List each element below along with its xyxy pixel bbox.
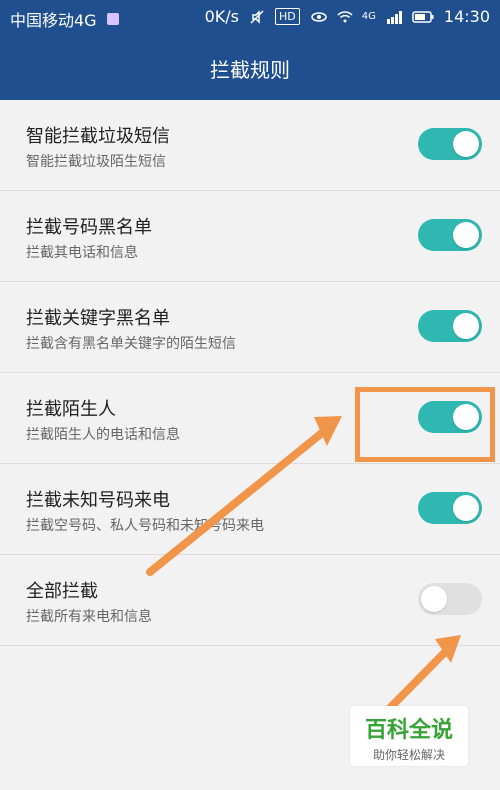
signal-icon [386,9,402,25]
toggle-knob [453,222,479,248]
carrier-label: 中国移动4G [10,11,97,30]
toggle-knob [453,313,479,339]
setting-title: 拦截陌生人 [26,399,116,420]
status-left: 中国移动4G [10,7,121,31]
sim-card-icon [105,11,121,27]
settings-list: 智能拦截垃圾短信 智能拦截垃圾陌生短信 拦截号码黑名单 拦截其电话和信息 拦截关… [0,100,500,646]
setting-row-keyword-blacklist[interactable]: 拦截关键字黑名单 拦截含有黑名单关键字的陌生短信 [0,282,500,373]
toggle-knob [453,131,479,157]
hd-badge: HD [275,8,300,25]
eye-icon [310,9,327,25]
network-badge: 4G [361,11,376,22]
setting-subtitle: 拦截空号码、私人号码和未知号码来电 [26,518,264,534]
toggle-knob [453,495,479,521]
setting-subtitle: 拦截陌生人的电话和信息 [26,427,180,443]
toggle-block-all[interactable] [418,583,482,615]
setting-title: 智能拦截垃圾短信 [26,126,170,147]
mute-icon [249,9,265,25]
page-title: 拦截规则 [210,57,290,82]
setting-title: 拦截关键字黑名单 [26,308,170,329]
wifi-icon [336,9,353,25]
setting-title: 拦截号码黑名单 [26,217,152,238]
toggle-smart-spam[interactable] [418,128,482,160]
toggle-unknown-calls[interactable] [418,492,482,524]
setting-subtitle: 智能拦截垃圾陌生短信 [26,154,166,170]
network-speed: 0K/s [204,7,240,26]
setting-subtitle: 拦截含有黑名单关键字的陌生短信 [26,336,236,352]
clock: 14:30 [443,7,490,26]
setting-title: 全部拦截 [26,581,98,602]
watermark-logo: 百科全说 助你轻松解决 [350,706,468,766]
status-bar: 中国移动4G 0K/s HD 4G 14:30 [0,0,500,36]
toggle-knob [421,586,447,612]
setting-subtitle: 拦截所有来电和信息 [26,609,152,625]
watermark-subtitle: 助你轻松解决 [372,748,445,762]
battery-icon [412,9,434,25]
setting-row-smart-spam[interactable]: 智能拦截垃圾短信 智能拦截垃圾陌生短信 [0,100,500,191]
setting-row-number-blacklist[interactable]: 拦截号码黑名单 拦截其电话和信息 [0,191,500,282]
app-bar: 拦截规则 [0,36,500,100]
watermark-title: 百科全说 [364,718,453,743]
toggle-number-blacklist[interactable] [418,219,482,251]
annotation-highlight-box [355,387,495,462]
setting-row-unknown-calls[interactable]: 拦截未知号码来电 拦截空号码、私人号码和未知号码来电 [0,464,500,555]
setting-title: 拦截未知号码来电 [26,490,170,511]
annotation-arrow-2 [381,635,461,717]
setting-subtitle: 拦截其电话和信息 [26,245,138,261]
toggle-keyword-blacklist[interactable] [418,310,482,342]
setting-row-block-all[interactable]: 全部拦截 拦截所有来电和信息 [0,555,500,646]
status-right: 0K/s HD 4G 14:30 [205,7,490,26]
